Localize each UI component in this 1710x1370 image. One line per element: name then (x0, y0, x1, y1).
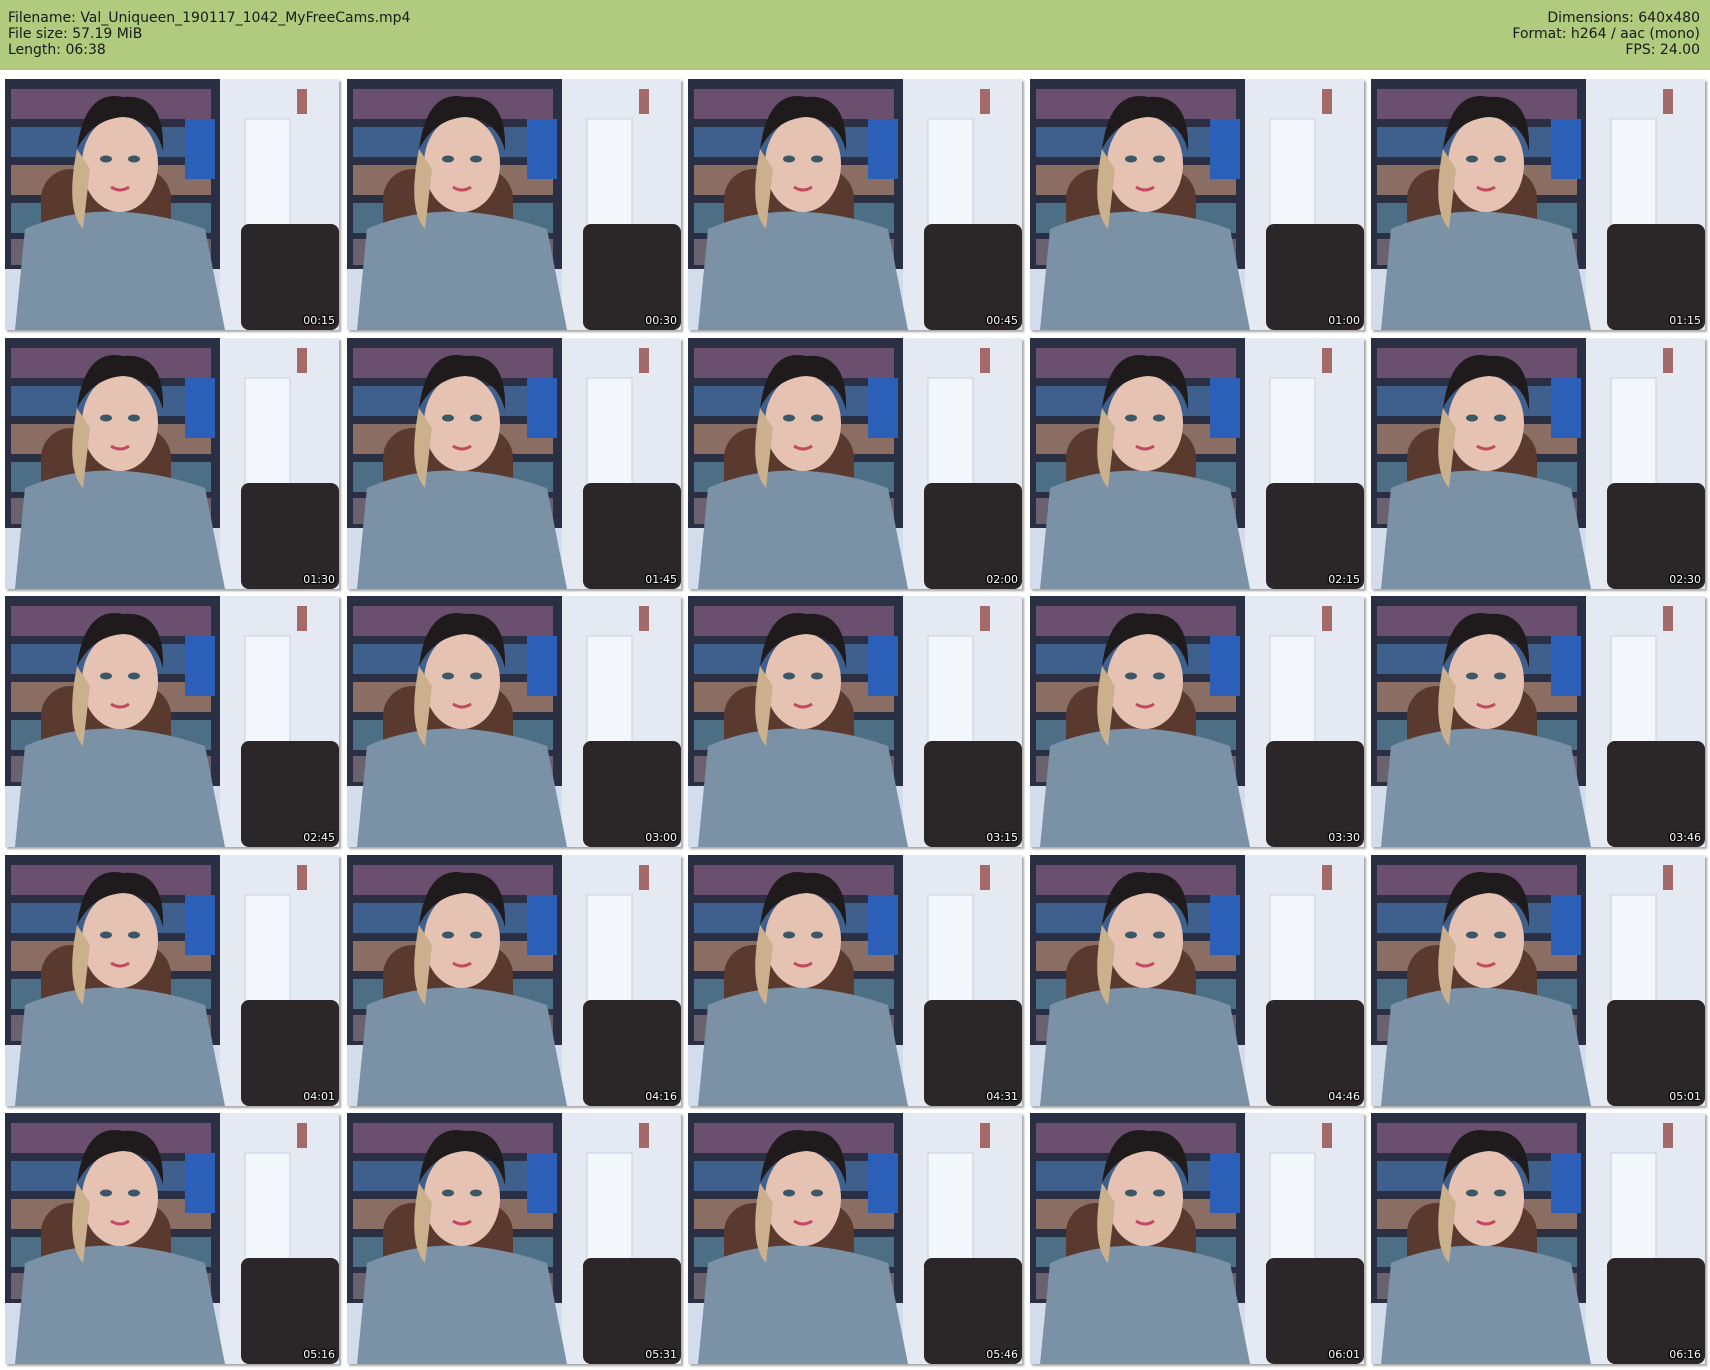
video-frame-illustration (688, 596, 1022, 847)
fps-label: FPS: (1625, 42, 1656, 58)
video-frame-illustration (5, 1113, 339, 1364)
metadata-right: Dimensions: 640x480 Format: h264 / aac (… (1512, 10, 1700, 58)
video-frame-illustration (5, 79, 339, 330)
video-thumbnail: 05:31 (347, 1113, 681, 1364)
video-frame-illustration (1371, 338, 1705, 589)
thumbnail-timestamp: 01:45 (645, 573, 677, 586)
video-frame-illustration (347, 1113, 681, 1364)
thumbnail-timestamp: 00:30 (645, 314, 677, 327)
thumbnail-timestamp: 03:30 (1328, 831, 1360, 844)
video-frame-illustration (1371, 855, 1705, 1106)
format-line: Format: h264 / aac (mono) (1512, 26, 1700, 42)
thumbnail-timestamp: 05:01 (1669, 1090, 1701, 1103)
thumbnail-timestamp: 05:46 (986, 1348, 1018, 1361)
thumbnail-timestamp: 02:30 (1669, 573, 1701, 586)
thumbnail-timestamp: 02:15 (1328, 573, 1360, 586)
filename-value: Val_Uniqueen_190117_1042_MyFreeCams.mp4 (80, 10, 411, 26)
thumbnail-timestamp: 04:31 (986, 1090, 1018, 1103)
video-thumbnail: 03:46 (1371, 596, 1705, 847)
thumbnail-timestamp: 06:01 (1328, 1348, 1360, 1361)
filename-label: Filename: (8, 10, 76, 26)
thumbnail-timestamp: 01:30 (303, 573, 335, 586)
video-thumbnail: 02:45 (5, 596, 339, 847)
dimensions-line: Dimensions: 640x480 (1512, 10, 1700, 26)
video-thumbnail: 00:30 (347, 79, 681, 330)
thumbnail-timestamp: 03:00 (645, 831, 677, 844)
thumbnail-timestamp: 03:15 (986, 831, 1018, 844)
thumbnail-grid: 00:15 00:30 00:45 01:00 01:15 01:30 01:4… (5, 79, 1707, 1367)
filename-line: Filename: Val_Uniqueen_190117_1042_MyFre… (8, 10, 410, 26)
thumbnail-timestamp: 02:45 (303, 831, 335, 844)
video-thumbnail: 01:45 (347, 338, 681, 589)
video-frame-illustration (1030, 338, 1364, 589)
filesize-value: 57.19 MiB (72, 26, 143, 42)
thumbnail-timestamp: 01:15 (1669, 314, 1701, 327)
format-value: h264 / aac (mono) (1570, 26, 1700, 42)
video-thumbnail: 04:31 (688, 855, 1022, 1106)
dimensions-value: 640x480 (1638, 10, 1700, 26)
dimensions-label: Dimensions: (1547, 10, 1634, 26)
fps-line: FPS: 24.00 (1512, 42, 1700, 58)
thumbnail-timestamp: 04:01 (303, 1090, 335, 1103)
video-thumbnail: 02:15 (1030, 338, 1364, 589)
video-frame-illustration (1371, 79, 1705, 330)
thumbnail-timestamp: 03:46 (1669, 831, 1701, 844)
video-frame-illustration (347, 338, 681, 589)
thumbnail-timestamp: 02:00 (986, 573, 1018, 586)
video-frame-illustration (347, 79, 681, 330)
video-thumbnail: 04:16 (347, 855, 681, 1106)
fps-value: 24.00 (1659, 42, 1700, 58)
video-thumbnail: 06:01 (1030, 1113, 1364, 1364)
video-thumbnail: 05:16 (5, 1113, 339, 1364)
thumbnail-timestamp: 01:00 (1328, 314, 1360, 327)
thumbnail-timestamp: 05:16 (303, 1348, 335, 1361)
video-thumbnail: 01:00 (1030, 79, 1364, 330)
length-line: Length: 06:38 (8, 42, 410, 58)
video-frame-illustration (688, 338, 1022, 589)
video-thumbnail: 01:30 (5, 338, 339, 589)
video-frame-illustration (688, 855, 1022, 1106)
thumbnail-timestamp: 00:15 (303, 314, 335, 327)
video-thumbnail: 04:01 (5, 855, 339, 1106)
filesize-line: File size: 57.19 MiB (8, 26, 410, 42)
video-thumbnail: 03:00 (347, 596, 681, 847)
video-thumbnail: 05:01 (1371, 855, 1705, 1106)
video-frame-illustration (1371, 1113, 1705, 1364)
video-frame-illustration (5, 855, 339, 1106)
video-thumbnail: 00:15 (5, 79, 339, 330)
video-thumbnail: 01:15 (1371, 79, 1705, 330)
video-frame-illustration (5, 596, 339, 847)
thumbnail-timestamp: 00:45 (986, 314, 1018, 327)
video-thumbnail: 02:30 (1371, 338, 1705, 589)
metadata-left: Filename: Val_Uniqueen_190117_1042_MyFre… (8, 10, 410, 58)
video-thumbnail: 00:45 (688, 79, 1022, 330)
video-frame-illustration (1030, 79, 1364, 330)
thumbnail-timestamp: 05:31 (645, 1348, 677, 1361)
video-frame-illustration (1030, 596, 1364, 847)
metadata-header: Filename: Val_Uniqueen_190117_1042_MyFre… (0, 0, 1710, 70)
video-frame-illustration (688, 1113, 1022, 1364)
length-label: Length: (8, 42, 62, 58)
video-thumbnail: 04:46 (1030, 855, 1364, 1106)
video-thumbnail: 03:15 (688, 596, 1022, 847)
video-frame-illustration (1030, 855, 1364, 1106)
video-frame-illustration (688, 79, 1022, 330)
video-thumbnail: 05:46 (688, 1113, 1022, 1364)
video-frame-illustration (347, 855, 681, 1106)
video-thumbnail: 03:30 (1030, 596, 1364, 847)
format-label: Format: (1512, 26, 1567, 42)
filesize-label: File size: (8, 26, 68, 42)
video-thumbnail: 02:00 (688, 338, 1022, 589)
video-frame-illustration (347, 596, 681, 847)
video-thumbnail: 06:16 (1371, 1113, 1705, 1364)
thumbnail-timestamp: 04:46 (1328, 1090, 1360, 1103)
video-frame-illustration (5, 338, 339, 589)
video-frame-illustration (1371, 596, 1705, 847)
thumbnail-timestamp: 06:16 (1669, 1348, 1701, 1361)
length-value: 06:38 (65, 42, 106, 58)
thumbnail-timestamp: 04:16 (645, 1090, 677, 1103)
video-frame-illustration (1030, 1113, 1364, 1364)
